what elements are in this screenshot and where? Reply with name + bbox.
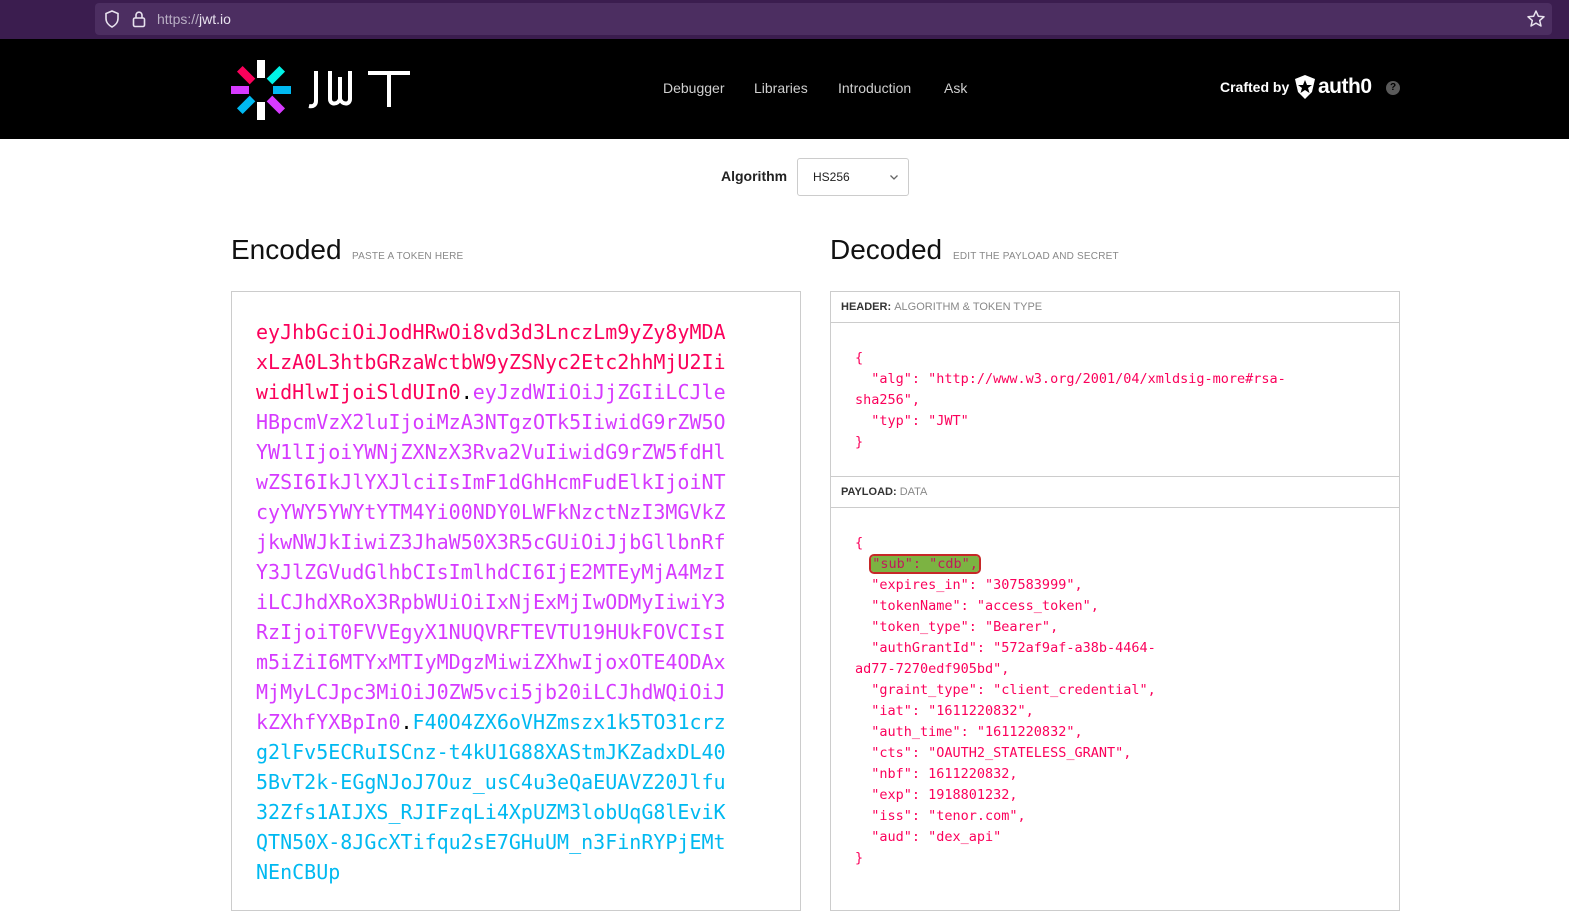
jwt-logo-icon[interactable] <box>230 59 292 121</box>
token-payload-part: eyJzdWIiOiJjZGIiLCJleHBpcmVzX2luIjoiMzA3… <box>256 380 726 734</box>
header-section-bar: HEADER: ALGORITHM & TOKEN TYPE <box>831 292 1399 323</box>
token-signature-part: F40O4ZX6oVHZmszx1k5TO31crzg2lFv5ECRuISCn… <box>256 710 726 884</box>
decoded-subtitle: EDIT THE PAYLOAD AND SECRET <box>953 251 1119 262</box>
jwt-wordmark <box>308 71 410 109</box>
nav-ask[interactable]: Ask <box>944 80 967 96</box>
token-separator: . <box>460 380 473 404</box>
url-text: https://jwt.io <box>157 11 231 27</box>
header-section-label: HEADER: ALGORITHM & TOKEN TYPE <box>841 301 1043 313</box>
algorithm-select[interactable]: HS256 <box>797 158 909 196</box>
encoded-title: Encoded <box>231 234 342 265</box>
browser-toolbar: https://jwt.io <box>0 0 1569 39</box>
payload-section-label: PAYLOAD: DATA <box>841 486 928 498</box>
token-separator: . <box>400 710 413 734</box>
auth0-shield-icon[interactable] <box>1293 74 1317 100</box>
nav-libraries[interactable]: Libraries <box>754 80 808 96</box>
algorithm-label: Algorithm <box>721 168 788 184</box>
url-bar[interactable]: https://jwt.io <box>95 3 1552 35</box>
payload-section-bar: PAYLOAD: DATA <box>831 476 1399 508</box>
site-header: Debugger Libraries Introduction Ask Craf… <box>0 39 1569 139</box>
encoded-subtitle: PASTE A TOKEN HERE <box>352 251 464 262</box>
decoded-panel: HEADER: ALGORITHM & TOKEN TYPE { "alg": … <box>830 291 1400 911</box>
lock-icon <box>132 11 146 28</box>
header-json-editor[interactable]: { "alg": "http://www.w3.org/2001/04/xmld… <box>855 348 1286 453</box>
bookmark-star-icon[interactable] <box>1526 9 1546 29</box>
payload-json-editor[interactable]: { "sub": "cdb", "expires_in": "307583999… <box>855 533 1156 869</box>
shield-icon <box>105 10 119 28</box>
auth0-brand[interactable]: auth0 <box>1318 75 1372 99</box>
help-icon[interactable]: ? <box>1386 81 1400 95</box>
chevron-down-icon <box>890 175 898 180</box>
nav-introduction[interactable]: Introduction <box>838 80 911 96</box>
algorithm-selected-value: HS256 <box>813 170 850 184</box>
crafted-by-label: Crafted by <box>1220 79 1290 95</box>
encoded-token-text[interactable]: eyJhbGciOiJodHRwOi8vd3d3LnczLm9yZy8yMDAx… <box>256 317 736 887</box>
nav-debugger[interactable]: Debugger <box>663 80 725 96</box>
highlighted-sub-claim: "sub": "cdb", <box>869 554 981 574</box>
decoded-title: Decoded <box>830 234 943 265</box>
encoded-token-editor[interactable]: eyJhbGciOiJodHRwOi8vd3d3LnczLm9yZy8yMDAx… <box>231 291 801 911</box>
